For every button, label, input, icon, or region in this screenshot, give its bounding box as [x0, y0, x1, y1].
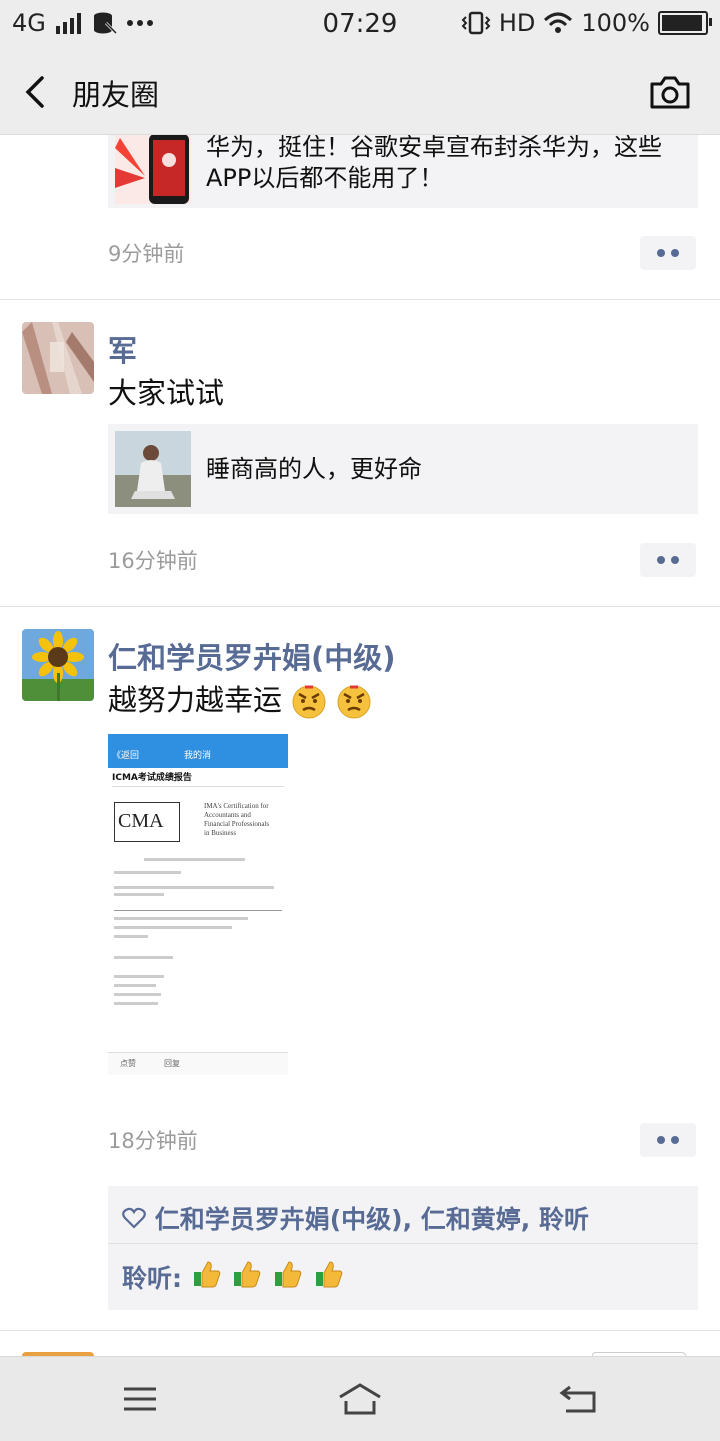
post-text: 越努力越幸运	[108, 677, 372, 720]
likes-comments-box: 仁和学员罗卉娟(中级), 仁和黄婷, 聆听 聆听:	[108, 1186, 698, 1310]
thumbs-up-icon	[315, 1261, 343, 1288]
battery-icon	[658, 11, 712, 35]
frustrated-emoji-icon	[292, 685, 326, 719]
divider	[0, 1330, 720, 1331]
likes-row: 仁和学员罗卉娟(中级), 仁和黄婷, 聆听	[122, 1200, 589, 1236]
divider	[0, 299, 720, 300]
link-thumbnail	[115, 128, 191, 204]
comment-row[interactable]: 聆听:	[122, 1258, 345, 1296]
image-footer: 点赞 回复	[108, 1052, 288, 1075]
battery-percent: 100%	[581, 9, 650, 37]
link-thumbnail	[115, 431, 191, 507]
chevron-left-icon[interactable]	[18, 70, 58, 114]
cert-line: in Business	[204, 829, 237, 837]
cert-line: Accountants and	[204, 811, 251, 819]
more-button[interactable]	[640, 236, 696, 270]
image-heading: ICMA考试成绩报告	[112, 773, 192, 783]
post-image[interactable]: 《返回 我的消 ICMA考试成绩报告 CMA IMA's Certificati…	[108, 734, 288, 1084]
thumbs-up-icon	[275, 1261, 302, 1288]
post-text: 大家试试	[108, 376, 225, 410]
cert-line: Financial Professionals	[204, 820, 270, 828]
cert-line: IMA's Certification for	[204, 802, 269, 810]
likes-separator	[108, 1243, 698, 1244]
avatar[interactable]	[22, 629, 94, 701]
more-button[interactable]	[640, 543, 696, 577]
image-nav-title: 我的消	[184, 751, 212, 761]
avatar[interactable]	[22, 322, 94, 394]
comment-author[interactable]: 聆听:	[122, 1264, 182, 1293]
image-footer-reply: 回复	[164, 1059, 180, 1068]
image-text-block	[114, 854, 282, 1054]
post-time: 16分钟前	[108, 549, 198, 573]
system-nav-bar	[0, 1356, 720, 1441]
page-title: 朋友圈	[72, 78, 160, 112]
cert-text: IMA's Certification for Accountants and …	[204, 802, 269, 838]
wifi-icon	[544, 12, 573, 33]
post-text-content: 越努力越幸运	[108, 683, 283, 717]
thumbs-up-icon	[193, 1261, 221, 1288]
image-line	[112, 786, 284, 787]
user-name[interactable]: 仁和学员罗卉娟(中级)	[108, 635, 396, 677]
nav-bar: 朋友圈	[0, 50, 720, 135]
status-right: HD 100%	[461, 9, 712, 37]
comment-thumbs	[191, 1261, 345, 1296]
menu-icon[interactable]	[118, 1379, 162, 1419]
frustrated-emoji-icon	[337, 685, 371, 719]
divider	[0, 606, 720, 607]
user-name[interactable]: 军	[108, 328, 137, 370]
more-button[interactable]	[640, 1123, 696, 1157]
status-bar: 4G 07:29 HD 100%	[0, 0, 720, 50]
image-nav-back: 《返回	[112, 751, 140, 761]
cma-logo-text: CMA	[118, 810, 164, 832]
return-icon[interactable]	[558, 1379, 602, 1419]
camera-icon[interactable]	[648, 72, 692, 112]
heart-icon	[122, 1207, 146, 1229]
link-title: 华为，挺住！谷歌安卓宣布封杀华为，这些APP以后都不能用了！	[206, 133, 662, 192]
link-card[interactable]: 睡商高的人，更好命	[108, 424, 698, 514]
vibrate-icon	[461, 11, 491, 35]
post-time: 18分钟前	[108, 1129, 198, 1153]
image-footer-like: 点赞	[120, 1059, 136, 1068]
home-icon[interactable]	[336, 1379, 384, 1419]
link-title: 睡商高的人，更好命	[206, 455, 422, 483]
liker-names[interactable]: 仁和学员罗卉娟(中级), 仁和黄婷, 聆听	[155, 1205, 589, 1234]
thumbs-up-icon	[234, 1261, 261, 1288]
hd-label: HD	[498, 9, 536, 37]
post-time: 9分钟前	[108, 242, 185, 266]
